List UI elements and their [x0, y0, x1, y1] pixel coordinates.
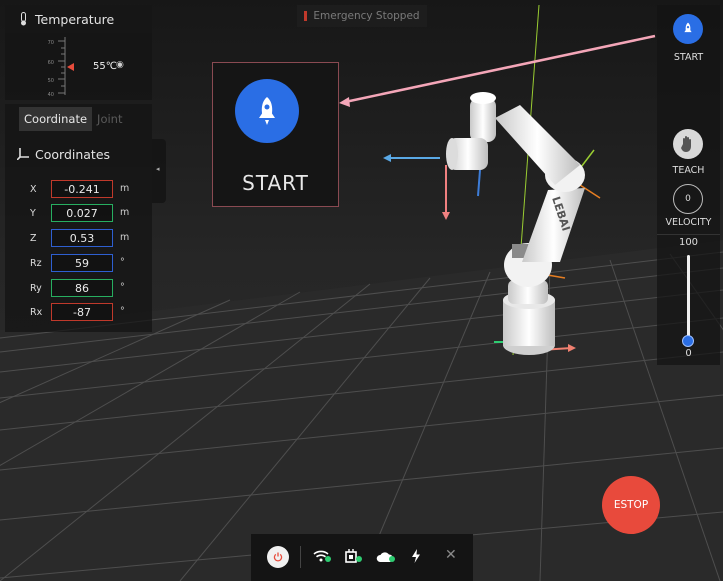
temperature-tick: 60 — [48, 60, 54, 66]
status-indicator — [304, 11, 308, 21]
slider-max-label: 100 — [678, 237, 699, 248]
start-label: START — [242, 171, 309, 195]
temperature-pointer — [67, 63, 74, 71]
power-icon — [273, 552, 283, 562]
thermometer-icon — [15, 12, 31, 26]
temperature-value: 55℃ — [93, 61, 117, 72]
velocity-value: 0 — [673, 184, 703, 214]
status-bar: ✕ — [251, 534, 473, 581]
temperature-tick: 40 — [48, 92, 54, 97]
teach-label: TEACH — [672, 165, 705, 176]
coord-unit: ° — [120, 257, 125, 268]
coord-row-rx: Rx -87 ° — [5, 303, 152, 323]
chevron-left-icon: ◂ — [156, 165, 160, 173]
sidebar-start-button[interactable] — [673, 14, 703, 44]
temperature-scale: 70 60 50 40 — [48, 37, 74, 97]
coord-unit: ° — [120, 282, 125, 293]
status-banner: Emergency Stopped — [297, 5, 427, 27]
coord-row-rz: Rz 59 ° — [5, 254, 152, 274]
close-icon[interactable]: ✕ — [445, 547, 457, 563]
coordinates-title: Coordinates — [35, 146, 111, 162]
tab-coordinate[interactable]: Coordinate — [19, 107, 93, 131]
coord-unit: ° — [120, 306, 125, 317]
coord-label: Z — [30, 233, 37, 244]
temperature-panel: Temperature 70 60 50 40 55℃ ◉ — [5, 5, 152, 100]
coord-label: Rx — [30, 307, 43, 318]
coord-row-y: Y 0.027 m — [5, 204, 152, 224]
status-divider — [300, 546, 301, 568]
coord-rx-input[interactable]: -87 — [51, 303, 113, 321]
cloud-status-dot — [389, 556, 395, 562]
coord-z-input[interactable]: 0.53 — [51, 229, 113, 247]
teach-button[interactable] — [673, 129, 703, 159]
temperature-title: Temperature — [35, 11, 115, 27]
hand-icon — [681, 136, 691, 152]
wifi-status-dot — [325, 556, 331, 562]
power-button[interactable] — [267, 546, 289, 568]
coord-ry-input[interactable]: 86 — [51, 279, 113, 297]
velocity-slider-thumb[interactable] — [682, 335, 694, 347]
coordinate-tabs: Coordinate Joint — [19, 107, 127, 131]
coord-unit: m — [120, 183, 130, 194]
coordinate-panel: Coordinate Joint Coordinates X -0.241 m … — [5, 104, 152, 332]
axis-icon — [15, 148, 31, 160]
sidebar-start-label: START — [673, 52, 704, 63]
wifi-status[interactable] — [313, 548, 335, 568]
rocket-icon — [684, 22, 692, 33]
velocity-slider[interactable] — [687, 255, 690, 341]
coord-row-x: X -0.241 m — [5, 180, 152, 200]
controller-status-dot — [356, 556, 362, 562]
sidebar-divider — [657, 234, 720, 235]
coord-row-z: Z 0.53 m — [5, 229, 152, 249]
coord-label: X — [30, 184, 37, 195]
temperature-tick: 70 — [48, 40, 54, 46]
temperature-header: Temperature — [5, 5, 152, 33]
slider-min-label: 0 — [685, 348, 692, 359]
coord-y-input[interactable]: 0.027 — [51, 204, 113, 222]
coord-label: Y — [30, 208, 36, 219]
coord-label: Rz — [30, 258, 42, 269]
estop-button[interactable]: ESTOP — [602, 476, 660, 534]
coord-x-input[interactable]: -0.241 — [51, 180, 113, 198]
coord-unit: m — [120, 207, 130, 218]
coord-unit: m — [120, 232, 130, 243]
cloud-status[interactable] — [376, 548, 398, 568]
start-circle — [235, 79, 299, 143]
controller-status[interactable] — [344, 548, 366, 568]
status-text: Emergency Stopped — [313, 10, 420, 22]
power-supply-status[interactable] — [411, 548, 433, 568]
coord-row-ry: Ry 86 ° — [5, 279, 152, 299]
lightning-icon — [412, 549, 420, 563]
start-button[interactable]: START — [212, 62, 339, 207]
temperature-unit-icon: ◉ — [116, 60, 124, 70]
temperature-tick: 50 — [48, 78, 54, 84]
rocket-icon — [259, 97, 275, 125]
collapse-panel-handle[interactable]: ◂ — [152, 139, 166, 203]
coordinates-header: Coordinates — [5, 141, 152, 167]
velocity-label: VELOCITY — [665, 217, 712, 228]
coord-label: Ry — [30, 283, 42, 294]
right-control-panel: START TEACH 0 VELOCITY 100 0 — [657, 5, 720, 365]
tab-joint[interactable]: Joint — [92, 107, 127, 131]
coord-rz-input[interactable]: 59 — [51, 254, 113, 272]
